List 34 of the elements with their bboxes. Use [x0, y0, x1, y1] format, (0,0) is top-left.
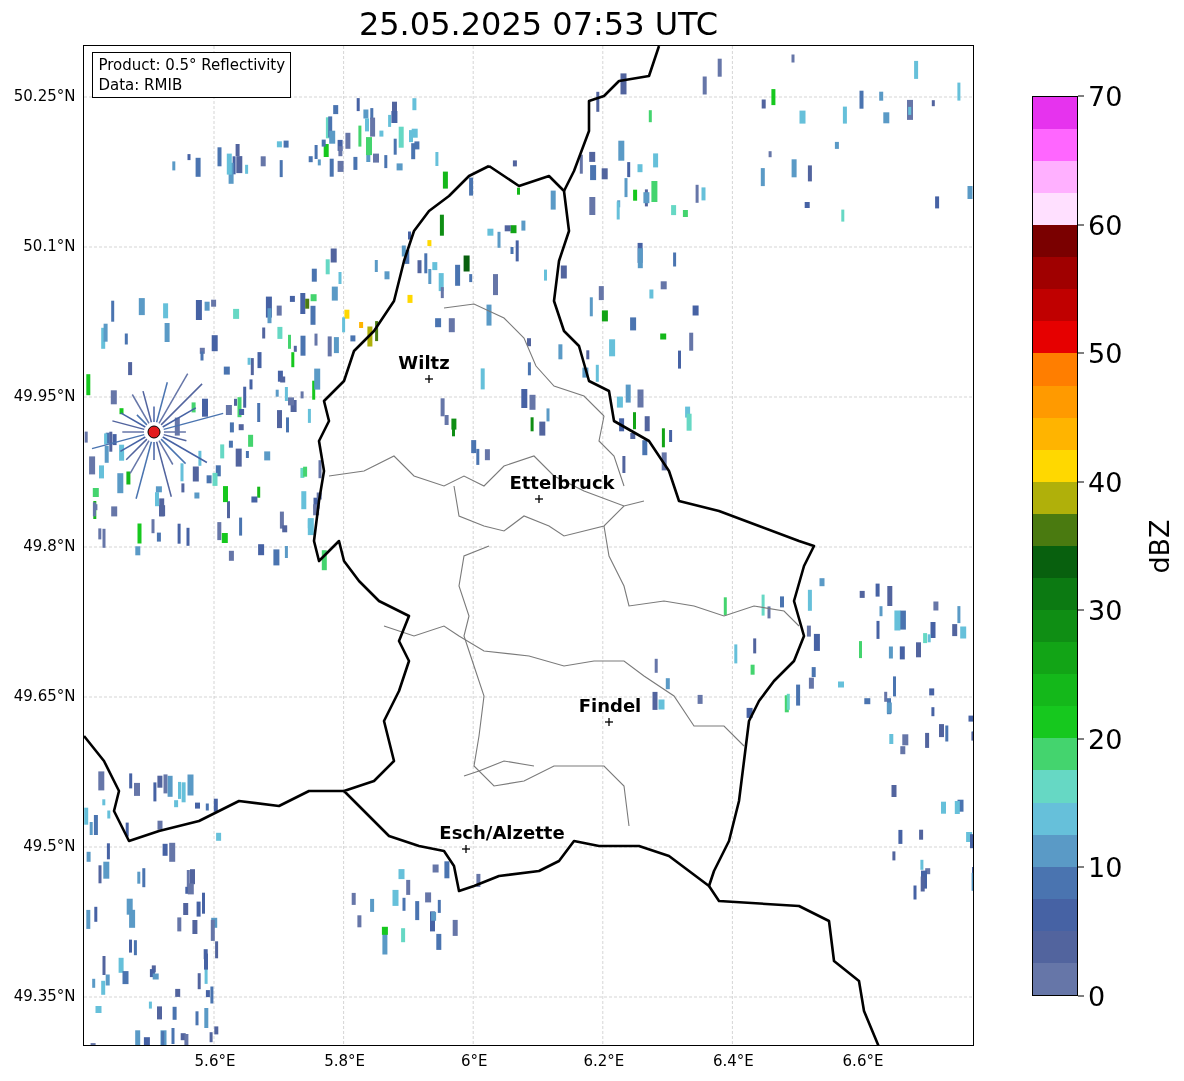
city-marker-icon — [604, 717, 615, 727]
colorbar-tick-label: 20 — [1088, 723, 1123, 755]
longitude-label: 6.2°E — [583, 1052, 625, 1070]
colorbar-tick-label: 70 — [1088, 80, 1123, 112]
colorbar-tick-label: 60 — [1088, 209, 1123, 241]
latitude-label: 49.8°N — [23, 537, 76, 555]
longitude-label: 6.6°E — [842, 1052, 884, 1070]
latitude-label: 49.5°N — [23, 837, 76, 855]
longitude-label: 6°E — [460, 1052, 488, 1070]
latitude-label: 49.35°N — [13, 987, 76, 1005]
latitude-label: 49.65°N — [13, 687, 76, 705]
colorbar-tick-label: 40 — [1088, 466, 1123, 498]
city-label: Esch/Alzette — [439, 822, 566, 843]
colorbar-tick-label: 0 — [1088, 980, 1106, 1012]
colorbar-tick-label: 50 — [1088, 337, 1123, 369]
latitude-label: 50.1°N — [23, 237, 76, 255]
info-text: Data: RMIB — [98, 75, 184, 95]
radar-site-icon — [147, 425, 161, 439]
longitude-label: 5.8°E — [324, 1052, 365, 1070]
latitude-label: 49.95°N — [13, 387, 76, 405]
longitude-label: 6.4°E — [712, 1052, 754, 1070]
chart-title: 25.05.2025 07:53 UTC — [358, 4, 719, 45]
longitude-label: 5.6°E — [194, 1052, 236, 1070]
city-label: Ettelbruck — [509, 472, 615, 493]
colorbar-tick-label: 10 — [1088, 851, 1123, 883]
city-label: Wiltz — [398, 352, 451, 373]
latitude-label: 50.25°N — [13, 87, 76, 105]
colorbar-label: dBZ — [1143, 518, 1175, 574]
city-marker-icon — [424, 374, 435, 384]
city-marker-icon — [461, 844, 472, 854]
city-marker-icon — [534, 494, 545, 504]
city-label: Findel — [579, 695, 642, 716]
colorbar-tick-label: 30 — [1088, 594, 1123, 626]
info-text: Product: 0.5° Reflectivity — [98, 55, 286, 75]
